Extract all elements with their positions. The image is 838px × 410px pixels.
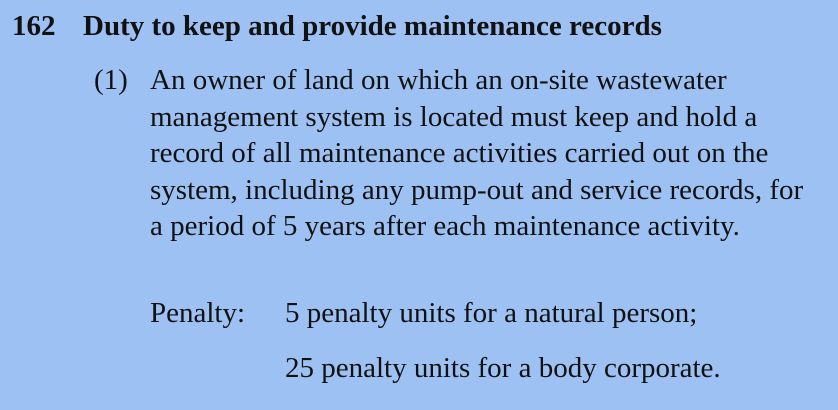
section-heading: 162 Duty to keep and provide maintenance … [12,8,662,44]
section-number: 162 [12,10,56,42]
section-title: Duty to keep and provide maintenance rec… [83,10,662,42]
subsection-text: An owner of land on which an on-site was… [150,64,804,242]
subsection-number: (1) [94,64,128,96]
penalty-natural-person: 5 penalty units for a natural person; [285,297,698,329]
penalty-body-corporate: 25 penalty units for a body corporate. [285,352,721,384]
penalty-label: Penalty: [150,297,246,329]
penalty-line: Penalty: 5 penalty units for a natural pe… [150,295,697,331]
legislation-page: 162 Duty to keep and provide maintenance … [0,0,838,410]
